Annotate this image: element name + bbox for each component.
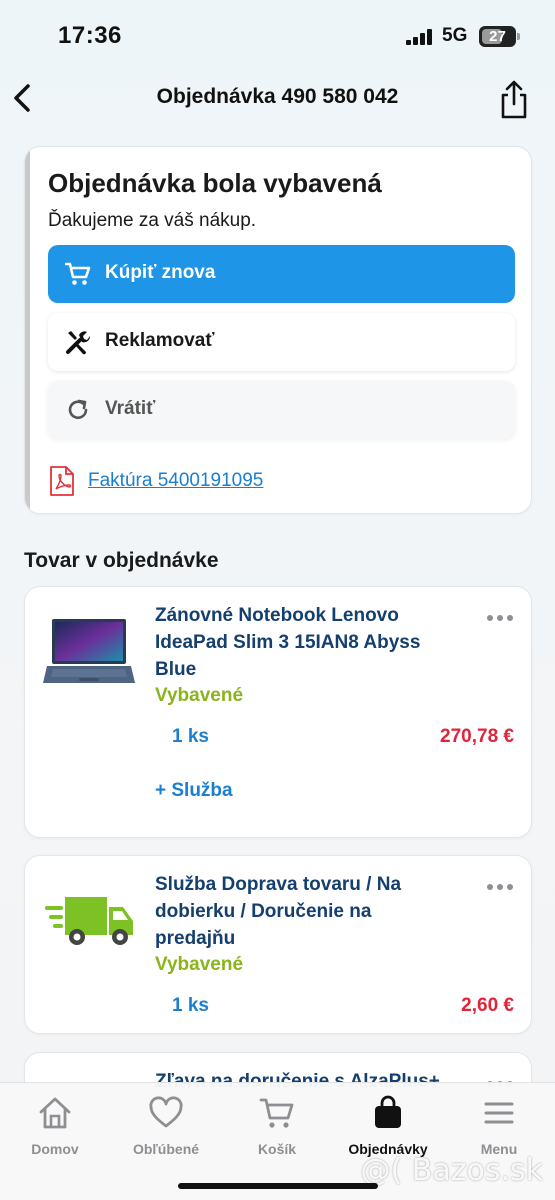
tab-home[interactable]: Domov xyxy=(0,1091,110,1157)
item-name[interactable]: Služba Doprava tovaru / Na dobierku / Do… xyxy=(155,871,455,952)
status-bar: 17:36 5G 27 xyxy=(0,0,555,70)
tab-cart[interactable]: Košík xyxy=(222,1091,332,1157)
cart-icon xyxy=(65,262,91,285)
bag-icon xyxy=(375,1095,401,1128)
buy-again-label: Kúpiť znova xyxy=(105,262,216,283)
return-button[interactable]: Vrátiť xyxy=(48,381,515,439)
home-icon xyxy=(39,1097,71,1129)
network-label: 5G xyxy=(442,25,468,46)
item-quantity: 1 ks xyxy=(172,995,209,1016)
order-status-subtitle: Ďakujeme za váš nákup. xyxy=(48,210,257,231)
pdf-icon xyxy=(50,466,74,496)
return-label: Vrátiť xyxy=(105,398,156,419)
claim-button[interactable]: Reklamovať xyxy=(48,313,515,371)
claim-label: Reklamovať xyxy=(105,330,215,351)
page-title: Objednávka 490 580 042 xyxy=(156,85,399,108)
item-name[interactable]: Zánovné Notebook Lenovo IdeaPad Slim 3 1… xyxy=(155,602,455,683)
laptop-image xyxy=(43,619,135,683)
share-button[interactable] xyxy=(497,80,531,120)
tab-bar: Domov Obľúbené Košík Objednávky Menu @( … xyxy=(0,1082,555,1200)
more-options-button[interactable] xyxy=(487,884,513,892)
battery-icon: 27 xyxy=(479,26,520,47)
order-item[interactable]: Služba Doprava tovaru / Na dobierku / Do… xyxy=(24,855,532,1034)
tab-menu[interactable]: Menu xyxy=(444,1091,554,1157)
home-indicator xyxy=(178,1183,378,1189)
item-price: 2,60 € xyxy=(461,995,514,1016)
tools-icon xyxy=(66,331,91,355)
cart-icon xyxy=(259,1098,294,1128)
add-service-button[interactable]: + Služba xyxy=(155,780,233,802)
tab-favorites[interactable]: Obľúbené xyxy=(111,1091,221,1157)
heart-icon xyxy=(149,1096,183,1128)
watermark: @( Bazos.sk xyxy=(360,1153,543,1188)
menu-icon xyxy=(484,1102,514,1124)
refresh-icon xyxy=(68,399,88,419)
battery-level: 27 xyxy=(489,28,506,45)
buy-again-button[interactable]: Kúpiť znova xyxy=(48,245,515,303)
section-title: Tovar v objednávke xyxy=(24,549,219,572)
invoice-label: Faktúra 5400191095 xyxy=(88,470,264,491)
item-price: 270,78 € xyxy=(440,726,514,747)
signal-icon xyxy=(406,29,434,45)
delivery-truck-icon xyxy=(45,897,133,945)
tab-label: Domov xyxy=(31,1141,79,1157)
nav-header: Objednávka 490 580 042 xyxy=(0,70,555,130)
order-item[interactable]: Zánovné Notebook Lenovo IdeaPad Slim 3 1… xyxy=(24,586,532,838)
item-status: Vybavené xyxy=(155,685,244,706)
order-status-card: Objednávka bola vybavená Ďakujeme za váš… xyxy=(24,146,532,514)
tab-orders[interactable]: Objednávky xyxy=(333,1091,443,1157)
share-icon xyxy=(501,80,527,119)
status-time: 17:36 xyxy=(58,22,122,49)
item-quantity: 1 ks xyxy=(172,726,209,747)
tab-label: Košík xyxy=(257,1141,297,1157)
tab-label: Obľúbené xyxy=(132,1141,200,1157)
more-options-button[interactable] xyxy=(487,615,513,623)
item-status: Vybavené xyxy=(155,954,244,975)
order-status-heading: Objednávka bola vybavená xyxy=(48,168,382,198)
